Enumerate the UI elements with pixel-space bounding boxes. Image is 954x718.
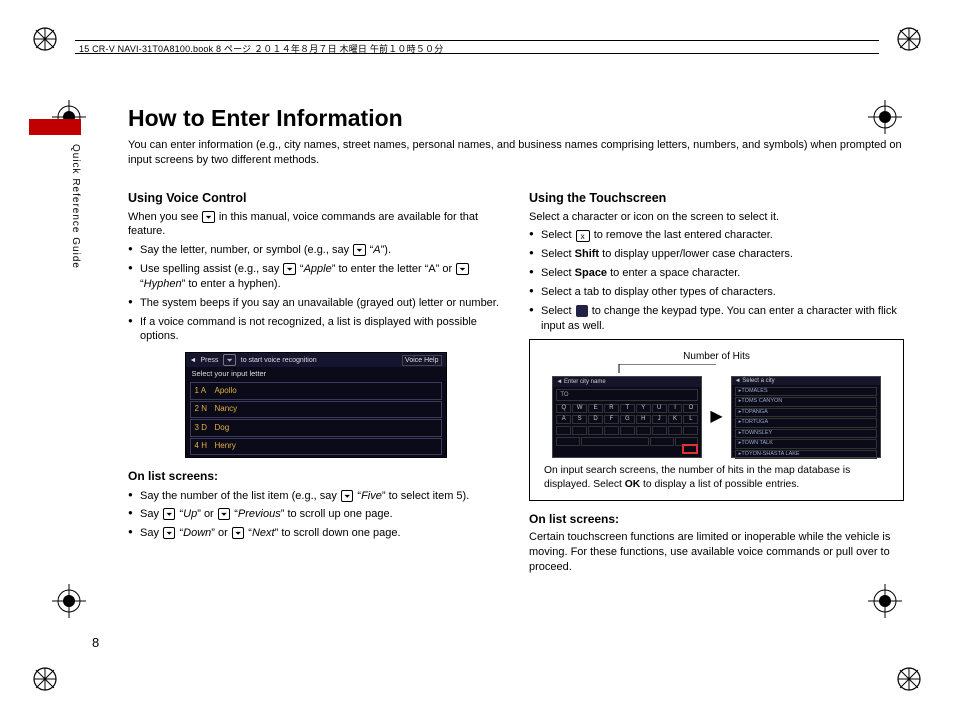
back-icon: ◄ xyxy=(735,377,741,385)
voice-icon: ⏷ xyxy=(456,263,468,275)
registration-mark-icon xyxy=(896,666,922,692)
delete-key-icon: x xyxy=(576,230,590,242)
figure-label: Number of Hits xyxy=(544,350,889,364)
figure-box: Number of Hits ◄ Enter city name TO QWER… xyxy=(529,339,904,500)
page-title: How to Enter Information xyxy=(128,105,904,132)
list-bullet: Say ⏷ “Down” or ⏷ “Next” to scroll down … xyxy=(128,526,503,541)
list-item: 3 DDog xyxy=(190,419,442,437)
voice-bullet: The system beeps if you say an unavailab… xyxy=(128,296,503,311)
back-icon: ◄ xyxy=(556,378,562,386)
page-content: How to Enter Information You can enter i… xyxy=(128,105,904,574)
left-column: Using Voice Control When you see ⏷ in th… xyxy=(128,190,503,575)
touch-bullet: Select Space to enter a space character. xyxy=(529,266,904,281)
voice-icon: ⏷ xyxy=(163,508,175,520)
voice-icon: ⏷ xyxy=(218,508,230,520)
section-color-tab xyxy=(29,119,81,135)
voice-lead: When you see ⏷ in this manual, voice com… xyxy=(128,210,503,240)
voice-icon: ⏷ xyxy=(283,263,295,275)
voice-control-heading: Using Voice Control xyxy=(128,190,503,207)
page-number: 8 xyxy=(92,635,99,650)
voice-icon: ⏷ xyxy=(202,211,214,223)
keypad-type-icon xyxy=(576,305,588,317)
voice-screenshot: ◄ Press ⏷ to start voice recognition Voi… xyxy=(185,352,447,458)
cross-mark-icon xyxy=(868,584,902,618)
voice-icon: ⏷ xyxy=(341,490,353,502)
hits-highlight xyxy=(682,444,698,454)
list-item: 2 NNancy xyxy=(190,401,442,419)
results-screenshot: ◄ Select a city ▸ TOMALES ▸ TOMS CANYON … xyxy=(731,376,881,458)
list-bullet: Say the number of the list item (e.g., s… xyxy=(128,489,503,504)
list-item: 1 AApollo xyxy=(190,382,442,400)
voice-icon: ⏷ xyxy=(353,244,365,256)
voice-bullet: Say the letter, number, or symbol (e.g.,… xyxy=(128,243,503,258)
arrow-right-icon: ▶ xyxy=(710,409,722,425)
touch-bullet: Select Shift to display upper/lower case… xyxy=(529,247,904,262)
list-item: 4 HHenry xyxy=(190,438,442,456)
voice-icon: ⏷ xyxy=(163,527,175,539)
back-icon: ◄ xyxy=(190,356,197,365)
touch-bullet: Select to change the keypad type. You ca… xyxy=(529,304,904,334)
registration-mark-icon xyxy=(896,26,922,52)
touchscreen-footer: Certain touchscreen functions are limite… xyxy=(529,530,904,575)
list-screens-heading: On list screens: xyxy=(128,468,503,484)
list-bullet: Say ⏷ “Up” or ⏷ “Previous” to scroll up … xyxy=(128,507,503,522)
intro-text: You can enter information (e.g., city na… xyxy=(128,138,903,168)
touch-bullet: Select x to remove the last entered char… xyxy=(529,228,904,243)
right-column: Using the Touchscreen Select a character… xyxy=(529,190,904,575)
cross-mark-icon xyxy=(52,584,86,618)
voice-bullet: Use spelling assist (e.g., say ⏷ “Apple”… xyxy=(128,262,503,292)
touchscreen-lead: Select a character or icon on the screen… xyxy=(529,210,904,225)
voice-bullet: If a voice command is not recognized, a … xyxy=(128,315,503,345)
registration-mark-icon xyxy=(32,666,58,692)
touch-bullet: Select a tab to display other types of c… xyxy=(529,285,904,300)
running-head: 15 CR-V NAVI-31T0A8100.book 8 ページ ２０１４年８… xyxy=(75,40,879,54)
figure-caption: On input search screens, the number of h… xyxy=(544,464,889,492)
registration-mark-icon xyxy=(32,26,58,52)
touchscreen-heading: Using the Touchscreen xyxy=(529,190,904,207)
keyboard-screenshot: ◄ Enter city name TO QWERTYUIO ASDFGHJKL xyxy=(552,376,702,458)
list-screens-heading-right: On list screens: xyxy=(529,511,904,527)
voice-icon: ⏷ xyxy=(232,527,244,539)
section-label: Quick Reference Guide xyxy=(70,144,81,269)
